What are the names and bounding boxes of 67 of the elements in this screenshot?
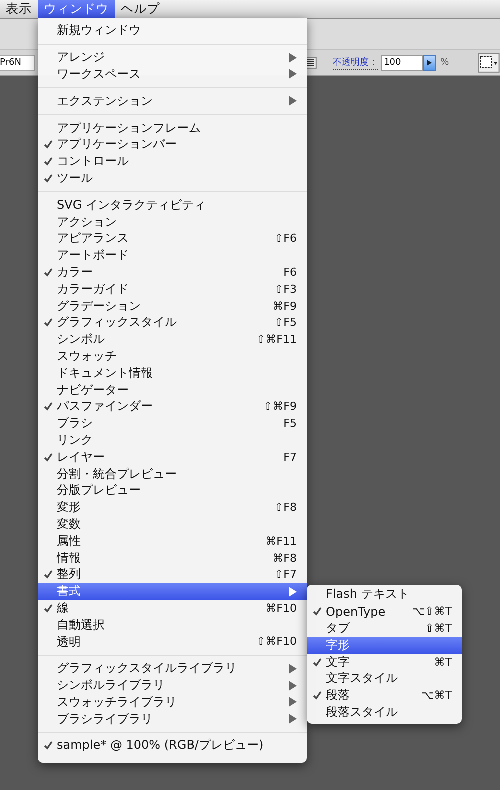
menu-item[interactable]: ドキュメント情報 [38,364,307,382]
menu-item[interactable]: 透明 ⇧⌘F10 [38,634,307,650]
checkmark-icon [44,604,53,613]
menu-item[interactable]: 分版プレビュー [38,482,307,500]
menu-item[interactable]: 整列 ⇧F7 [38,566,307,584]
menu-item[interactable]: 自動選択 [38,616,307,634]
menu-bar-item[interactable]: 表示 [0,0,38,18]
menu-item[interactable]: アプリケーションバー [38,136,307,154]
pattern-dropdown-icon[interactable] [478,52,500,72]
checkmark-icon [44,452,53,462]
menu-item[interactable]: レイヤー F7 [38,448,307,466]
menu-item[interactable]: 書式 [38,583,307,600]
menu-item[interactable]: シンボル ⇧⌘F11 [38,331,307,348]
menu-item[interactable]: 線 ⌘F10 [38,600,307,617]
menu-item[interactable]: SVG インタラクティビティ [38,196,307,214]
menu-item[interactable]: アートボード [38,247,307,264]
checkmark-icon [44,570,53,580]
checkmark-icon [44,402,53,412]
menu-item[interactable]: 段落 ⌥⌘T [307,687,462,704]
opacity-popup-button[interactable] [422,54,436,70]
menu-item[interactable]: コントロール [38,153,307,170]
menu-item[interactable]: カラーガイド ⇧F3 [38,280,307,298]
menu-item[interactable]: 文字 ⌘T [307,654,462,670]
menu-item[interactable]: スウォッチライブラリ [38,694,307,711]
menu-item[interactable]: アレンジ [38,49,307,66]
menu-item[interactable]: 変形 ⇧F8 [38,499,307,516]
checkmark-icon [44,741,53,750]
menu-item[interactable]: グラフィックスタイルライブラリ [38,660,307,678]
menu-item[interactable]: グラフィックスタイル ⇧F5 [38,314,307,332]
menu-item[interactable]: ナビゲーター [38,382,307,398]
menu-item[interactable]: sample* @ 100% (RGB/プレビュー) [38,738,307,754]
menu-item[interactable]: スウォッチ [38,348,307,365]
right-triangle-icon [426,60,432,66]
menu-item[interactable]: 情報 ⌘F8 [38,550,307,566]
menu-item[interactable]: 変数 [38,516,307,533]
menu-item[interactable]: ツール [38,170,307,187]
menu-item[interactable]: ワークスペース [38,66,307,83]
checkmark-icon [313,658,322,667]
menu-item[interactable]: OpenType ⌥⇧⌘T [307,603,462,620]
menu-item[interactable]: グラデーション ⌘F9 [38,298,307,314]
menu-item[interactable]: エクステンション [38,92,307,110]
opacity-field[interactable]: 100 [381,54,423,70]
menu-item[interactable]: 文字スタイル [307,670,462,688]
checkmark-icon [313,607,322,616]
menu-item[interactable]: Flash テキスト [307,586,462,604]
menu-item[interactable]: リンク [38,432,307,449]
menu-item[interactable]: アプリケーションフレーム [38,120,307,136]
percent-label: % [440,58,450,68]
font-style-field[interactable]: Pr6N [0,54,35,70]
checkmark-icon [44,318,53,328]
menu-item[interactable]: シンボルライブラリ [38,677,307,694]
menu-item[interactable]: 属性 ⌘F11 [38,532,307,550]
menu-bar-item[interactable]: ヘルプ [115,0,166,18]
menu-item[interactable]: 字形 [307,636,462,654]
menu-item[interactable]: カラー F6 [38,264,307,281]
checkmark-icon [313,691,322,700]
checkmark-icon [44,268,53,277]
menu-item[interactable]: 分割・統合プレビュー [38,466,307,482]
opacity-link[interactable]: 不透明度： [333,56,378,70]
menu-item[interactable]: パスファインダー ⇧⌘F9 [38,398,307,416]
menu-bar-item[interactable]: ウィンドウ [38,0,115,18]
menu-item[interactable]: アピアランス ⇧F6 [38,230,307,248]
menu-item[interactable]: タブ ⇧⌘T [307,620,462,637]
menu-item[interactable]: アクション [38,214,307,230]
menu-item[interactable]: ブラシ F5 [38,415,307,432]
menu-item[interactable]: ブラシライブラリ [38,710,307,728]
menu-item[interactable]: 段落スタイル [307,704,462,721]
